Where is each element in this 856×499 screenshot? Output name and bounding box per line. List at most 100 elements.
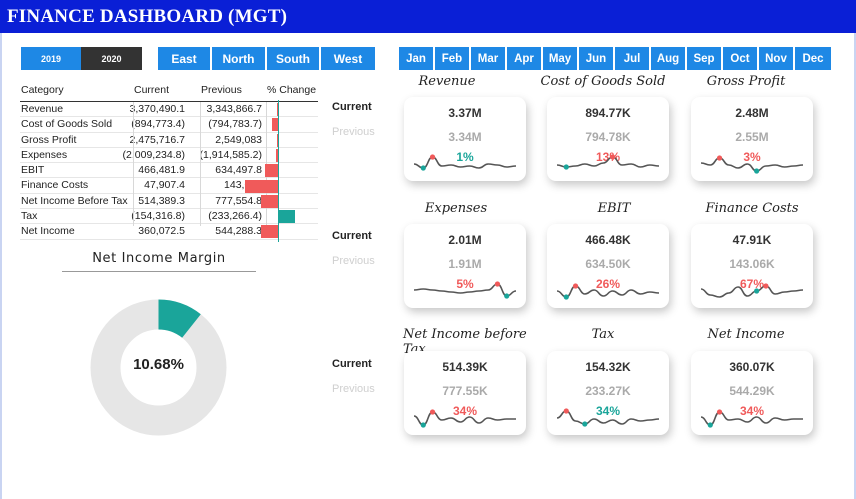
cell-category: Finance Costs: [21, 179, 89, 192]
kpi-card-finance-costs[interactable]: 47.91K 143.06K 67%: [691, 224, 813, 308]
kpi-previous-value: 233.27K: [585, 384, 631, 398]
kpi-card-tax[interactable]: 154.32K 233.27K 34%: [547, 351, 669, 435]
month-dec-button[interactable]: Dec: [795, 47, 831, 70]
month-jun-button[interactable]: Jun: [579, 47, 613, 70]
change-bar[interactable]: [271, 118, 278, 132]
year-2020-button[interactable]: 2020: [81, 47, 142, 70]
cell-previous: 544,288.3: [215, 225, 262, 238]
header-previous[interactable]: Previous: [201, 84, 242, 96]
kpi-card-expenses[interactable]: 2.01M 1.91M 5%: [404, 224, 526, 308]
cell-current: 3,370,490.1: [129, 103, 185, 115]
region-slicer: East North South West: [158, 47, 375, 70]
legend-previous: Previous: [332, 126, 375, 138]
year-2019-button[interactable]: 2019: [21, 47, 81, 70]
kpi-previous-value: 794.78K: [585, 130, 631, 144]
left-frame-line: [0, 33, 2, 499]
change-bar[interactable]: [244, 179, 278, 193]
sparkline-high-point: [582, 421, 588, 427]
sparkline-high-point: [754, 168, 760, 174]
kpi-previous-value: 634.50K: [585, 257, 631, 271]
sparkline-low-point: [429, 409, 436, 415]
month-oct-button[interactable]: Oct: [723, 47, 757, 70]
change-bar[interactable]: [278, 210, 295, 224]
kpi-title-revenue: Revenue: [418, 74, 476, 89]
kpi-current-value: 154.32K: [585, 360, 631, 374]
kpi-sparkline: [700, 409, 803, 428]
header-category[interactable]: Category: [21, 84, 64, 96]
kpi-card-net-income[interactable]: 360.07K 544.29K 34%: [691, 351, 813, 435]
cell-category: Revenue: [21, 103, 64, 115]
sparkline-low-point: [494, 281, 501, 287]
kpi-sparkline: [413, 409, 516, 428]
change-bar[interactable]: [275, 148, 278, 162]
kpi-previous-value: 1.91M: [448, 257, 482, 271]
sparkline-low-point: [716, 409, 723, 415]
region-east-button[interactable]: East: [158, 47, 210, 70]
header-current[interactable]: Current: [134, 84, 169, 96]
sparkline-high-point: [707, 422, 713, 428]
region-north-button[interactable]: North: [212, 47, 265, 70]
year-slicer: 2019 2020: [21, 47, 142, 70]
region-west-button[interactable]: West: [321, 47, 375, 70]
net-income-margin-title: Net Income Margin: [92, 251, 226, 266]
table-row: Expenses (2,009,234.8) (1,914,585.2): [20, 148, 318, 164]
kpi-previous-value: 143.06K: [729, 257, 775, 271]
sparkline-low-point: [572, 283, 579, 289]
month-may-button[interactable]: May: [543, 47, 577, 70]
month-jul-button[interactable]: Jul: [615, 47, 649, 70]
region-south-button[interactable]: South: [267, 47, 319, 70]
kpi-card-net-income-before-tax[interactable]: 514.39K 777.55K 34%: [404, 351, 526, 435]
kpi-title-tax: Tax: [591, 327, 615, 342]
kpi-card-revenue[interactable]: 3.37M 3.34M 1%: [404, 97, 526, 181]
change-bar[interactable]: [264, 164, 278, 178]
kpi-sparkline: [413, 281, 517, 299]
month-aug-button[interactable]: Aug: [651, 47, 685, 70]
month-sep-button[interactable]: Sep: [687, 47, 721, 70]
table-row: Gross Profit 2,475,716.7 2,549,083: [20, 133, 318, 148]
sparkline-path: [413, 411, 516, 426]
month-mar-button[interactable]: Mar: [471, 47, 505, 70]
kpi-sparkline: [556, 283, 660, 300]
sparkline-high-point: [754, 288, 760, 294]
sparkline-low-point: [763, 283, 769, 289]
header-change[interactable]: % Change: [267, 84, 316, 96]
change-bar[interactable]: [261, 194, 278, 208]
cell-previous: (1,914,585.2): [199, 148, 262, 161]
change-bar[interactable]: [277, 103, 278, 116]
kpi-sparkline: [556, 408, 660, 427]
kpi-title-expenses: Expenses: [424, 201, 488, 216]
kpi-current-value: 47.91K: [732, 233, 772, 247]
kpi-card-gross-profit[interactable]: 2.48M 2.55M 3%: [691, 97, 813, 181]
kpi-card-ebit[interactable]: 466.48K 634.50K 26%: [547, 224, 669, 308]
cell-previous: 777,554.8: [215, 194, 262, 207]
kpi-title-net-income: Net Income: [707, 327, 785, 342]
kpi-card-cogs[interactable]: 894.77K 794.78K 13%: [547, 97, 669, 181]
cell-previous: 2,549,083: [215, 133, 262, 146]
kpi-current-value: 2.01M: [448, 233, 482, 247]
cell-current: 514,389.3: [138, 194, 185, 207]
cell-previous: 3,343,866.7: [206, 103, 262, 115]
legend-current: Current: [332, 230, 372, 242]
cell-current: 47,907.4: [144, 179, 185, 192]
kpi-previous-value: 3.34M: [448, 130, 482, 144]
kpi-current-value: 466.48K: [585, 233, 631, 247]
cell-previous: (794,783.7): [208, 118, 262, 131]
month-jan-button[interactable]: Jan: [399, 47, 433, 70]
kpi-title-ebit: EBIT: [597, 201, 631, 216]
cell-current: 466,481.9: [138, 164, 185, 177]
month-feb-button[interactable]: Feb: [435, 47, 469, 70]
month-apr-button[interactable]: Apr: [507, 47, 541, 70]
kpi-sparkline: [556, 154, 660, 170]
cell-category: Tax: [21, 210, 38, 223]
cell-category: Gross Profit: [21, 133, 77, 146]
column-divider: [200, 102, 201, 226]
kpi-current-value: 2.48M: [735, 106, 769, 120]
financial-statement-table: Category Current Previous % Change Reven…: [20, 81, 318, 240]
table-header: Category Current Previous % Change: [20, 81, 318, 102]
cell-current: 360,072.5: [138, 225, 185, 238]
sparkline-path: [556, 156, 660, 168]
change-bar[interactable]: [261, 225, 278, 239]
sparkline-low-point: [563, 408, 569, 414]
month-nov-button[interactable]: Nov: [759, 47, 793, 70]
change-bar[interactable]: [276, 133, 278, 147]
